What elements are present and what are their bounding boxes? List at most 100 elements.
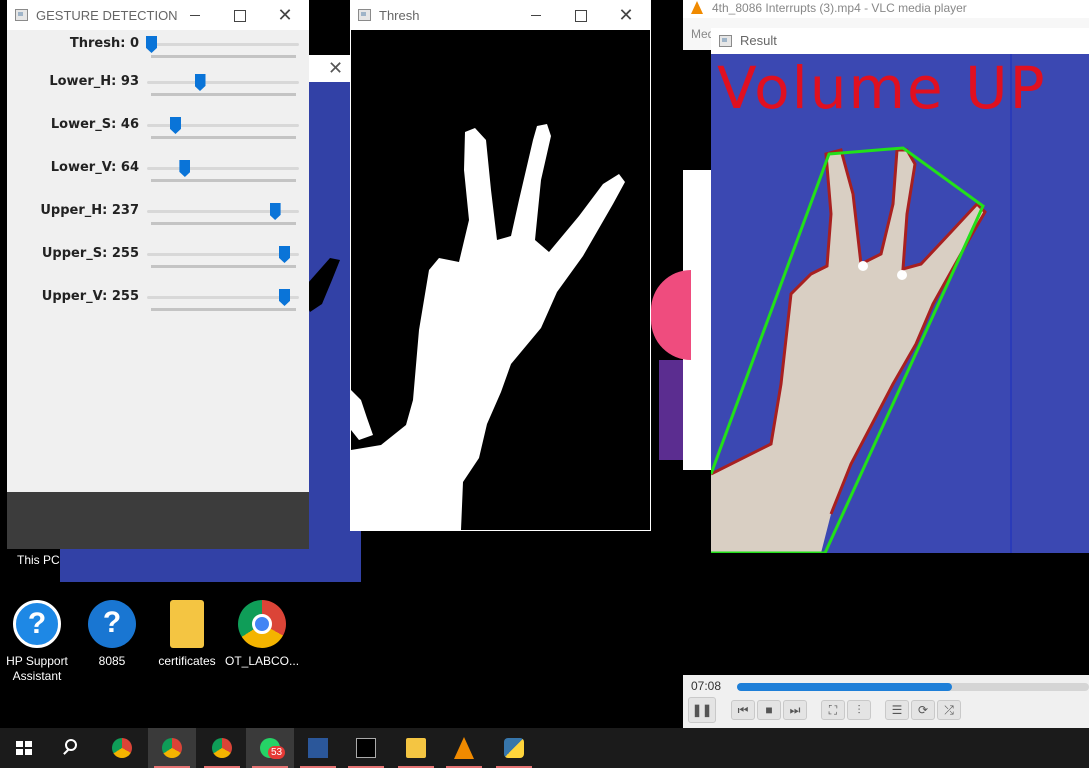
desktop-icon-label: certificates: [158, 654, 216, 668]
slider-thumb[interactable]: [169, 117, 181, 134]
taskbar-chrome[interactable]: [98, 728, 146, 768]
desktop-icon-label: 8085: [98, 654, 126, 668]
vlc-controls: 07:08 ❚❚ ⏮ ■ ⏭ ⛶ ⫶ ☰ ⟳ ⤮: [683, 675, 1089, 728]
slider-track-lower: [151, 136, 296, 139]
gesture-window-titlebar: GESTURE DETECTION ✕: [7, 0, 309, 30]
slider-label: Lower_S: 46: [50, 117, 139, 132]
chrome-icon: [112, 738, 132, 758]
slider-track[interactable]: [147, 167, 299, 170]
desktop-icon-label: HP Support Assistant: [6, 654, 68, 683]
slider-track[interactable]: [147, 81, 299, 84]
gesture-detection-window: GESTURE DETECTION ✕ Thresh: 0 Lower_H: 9…: [7, 0, 309, 549]
slider-thumb[interactable]: [194, 74, 206, 91]
fullscreen-button[interactable]: ⛶: [821, 700, 845, 720]
slider-track[interactable]: [147, 253, 299, 256]
taskbar-chrome-j[interactable]: [198, 728, 246, 768]
chrome-icon: [162, 738, 182, 758]
thresh-window: Thresh ✕: [350, 0, 651, 531]
shuffle-button[interactable]: ⤮: [937, 700, 961, 720]
maximize-button[interactable]: [225, 6, 253, 26]
playlist-button[interactable]: ☰: [885, 700, 909, 720]
taskbar-terminal[interactable]: [342, 728, 390, 768]
slider-label: Upper_H: 237: [40, 203, 139, 218]
slider-track[interactable]: [147, 296, 299, 299]
notification-badge: 53: [268, 746, 286, 759]
slider-track-lower: [151, 93, 296, 96]
result-window-titlebar: Result: [711, 28, 1089, 54]
next-button[interactable]: ⏭: [783, 700, 807, 720]
slider-label: Upper_V: 255: [41, 289, 139, 304]
slider-upper-v: Upper_V: 255: [7, 289, 309, 332]
pause-button[interactable]: ❚❚: [688, 697, 716, 723]
minimize-button[interactable]: [522, 6, 550, 26]
result-window: Result Volume UP: [711, 28, 1089, 553]
desktop-icon-8085[interactable]: ? 8085: [75, 600, 149, 669]
taskbar-word[interactable]: [294, 728, 342, 768]
slider-label: Lower_V: 64: [50, 160, 139, 175]
close-button[interactable]: ✕: [271, 6, 299, 26]
desktop-icon-ot-labco[interactable]: OT_LABCO...: [225, 600, 299, 669]
slider-thumb[interactable]: [179, 160, 191, 177]
vlc-window-title: 4th_8086 Interrupts (3).mp4 - VLC media …: [712, 1, 967, 15]
taskbar-python[interactable]: [490, 728, 538, 768]
close-icon[interactable]: ✕: [328, 58, 343, 79]
hand-mask: [351, 124, 625, 530]
folder-icon: [170, 600, 204, 648]
question-icon: ?: [88, 600, 136, 648]
previous-button[interactable]: ⏮: [731, 700, 755, 720]
chrome-icon: [238, 600, 286, 648]
slider-thumb[interactable]: [146, 36, 157, 53]
taskbar-whatsapp[interactable]: 53: [246, 728, 294, 768]
gesture-result-label: Volume UP: [717, 54, 1047, 122]
desktop-icon-hp-support[interactable]: ? HP Support Assistant: [0, 600, 74, 684]
taskbar-vlc[interactable]: [440, 728, 488, 768]
slider-track[interactable]: [147, 124, 299, 127]
slider-upper-h: Upper_H: 237: [7, 203, 309, 246]
seek-bar-fill: [737, 683, 952, 691]
stop-button[interactable]: ■: [757, 700, 781, 720]
thresh-window-titlebar: Thresh ✕: [350, 0, 651, 30]
elapsed-time: 07:08: [691, 679, 722, 693]
taskbar-chrome-profile[interactable]: [148, 728, 196, 768]
start-button[interactable]: [0, 728, 48, 768]
word-icon: [308, 738, 328, 758]
result-image: Volume UP: [711, 54, 1089, 553]
slider-track[interactable]: [147, 43, 299, 46]
window-icon: [719, 35, 732, 47]
vlc-titlebar: 4th_8086 Interrupts (3).mp4 - VLC media …: [683, 0, 1089, 18]
windows-icon: [16, 741, 32, 755]
slider-thumb[interactable]: [279, 246, 290, 263]
folder-icon: [406, 738, 426, 758]
slider-upper-s: Upper_S: 255: [7, 246, 309, 289]
slider-label: Thresh: 0: [69, 36, 139, 51]
terminal-icon: [356, 738, 376, 758]
slider-track-lower: [151, 308, 296, 311]
minimize-button[interactable]: [181, 6, 209, 26]
slider-track-lower: [151, 222, 296, 225]
slider-lower-v: Lower_V: 64: [7, 160, 309, 203]
slider-thumb[interactable]: [279, 289, 290, 306]
slider-thresh: Thresh: 0: [7, 36, 309, 79]
slider-thumb[interactable]: [269, 203, 281, 220]
loop-button[interactable]: ⟳: [911, 700, 935, 720]
slider-track-lower: [151, 55, 296, 58]
maximize-button[interactable]: [566, 6, 594, 26]
search-button[interactable]: [48, 728, 96, 768]
window-icon: [15, 9, 28, 21]
chrome-icon: [212, 738, 232, 758]
seek-bar[interactable]: [737, 683, 1089, 691]
slider-lower-s: Lower_S: 46: [7, 117, 309, 160]
thresh-image: [351, 30, 650, 530]
gesture-window-footer: [7, 492, 309, 549]
slider-track-lower: [151, 179, 296, 182]
gesture-window-title: GESTURE DETECTION: [36, 8, 178, 23]
taskbar-file-explorer[interactable]: [392, 728, 440, 768]
close-button[interactable]: ✕: [612, 6, 640, 26]
extended-settings-button[interactable]: ⫶: [847, 700, 871, 720]
slider-label: Upper_S: 255: [41, 246, 139, 261]
python-icon: [504, 738, 524, 758]
vlc-cone-icon: [454, 737, 474, 759]
thresh-window-title: Thresh: [379, 8, 420, 23]
this-pc-label[interactable]: This PC: [17, 553, 60, 567]
desktop-icon-certificates[interactable]: certificates: [150, 600, 224, 669]
